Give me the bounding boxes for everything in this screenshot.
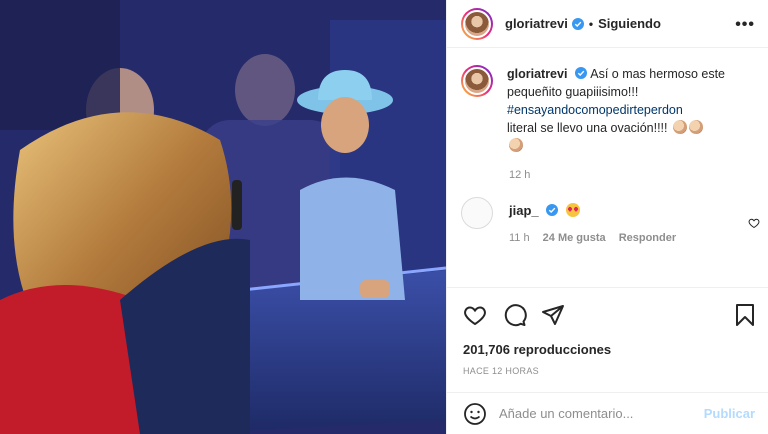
hashtag-link[interactable]: #ensayandocomopedirteperdon (507, 103, 683, 117)
post-header: gloriatrevi • Siguiendo ••• (447, 0, 768, 48)
caption-text: gloriatrevi Así o mas hermoso este peque… (507, 65, 755, 155)
comment-time[interactable]: 11 h (509, 232, 530, 244)
comment-likes[interactable]: 24 Me gusta (543, 232, 606, 244)
heart-eyes-emoji-icon (565, 203, 580, 217)
caption-username[interactable]: gloriatrevi (507, 67, 567, 81)
like-comment-icon[interactable] (748, 217, 760, 229)
more-options-icon[interactable]: ••• (735, 16, 755, 34)
verified-icon (546, 204, 559, 216)
clap-emoji-icon (509, 138, 523, 152)
post-panel: gloriatrevi • Siguiendo ••• gloriatrevi … (446, 0, 768, 434)
action-bar (447, 287, 768, 337)
post-media[interactable] (0, 0, 446, 434)
save-icon[interactable] (735, 303, 755, 327)
comment-input[interactable] (499, 406, 689, 421)
video-frame (0, 0, 446, 434)
verified-icon (575, 67, 588, 79)
author-username[interactable]: gloriatrevi (505, 16, 568, 31)
emoji-picker-icon[interactable] (463, 402, 487, 426)
commenter-avatar[interactable] (461, 197, 493, 229)
caption-timestamp[interactable]: 12 h (509, 169, 755, 181)
verified-icon (571, 17, 584, 30)
comment-meta: 11 h 24 Me gusta Responder (509, 232, 755, 244)
view-count[interactable]: 201,706 reproducciones (463, 342, 611, 357)
post-age[interactable]: HACE 12 HORAS (463, 366, 539, 376)
author-avatar[interactable] (461, 7, 493, 40)
separator-dot: • (588, 16, 594, 31)
publish-button[interactable]: Publicar (704, 406, 755, 421)
caption-tail: literal se llevo una ovación!!!! (507, 121, 668, 135)
reply-button[interactable]: Responder (619, 232, 676, 244)
clap-emoji-icon (689, 120, 703, 134)
clap-emoji-icon (673, 120, 687, 134)
comment-item: jiap_ 11 h 24 Me gusta Responder (461, 197, 755, 244)
commenter-username[interactable]: jiap_ (509, 203, 539, 218)
comment-composer: Publicar (447, 392, 768, 434)
caption: gloriatrevi Así o mas hermoso este peque… (461, 65, 755, 155)
share-icon[interactable] (541, 303, 565, 327)
caption-avatar[interactable] (461, 65, 493, 97)
like-icon[interactable] (463, 303, 487, 327)
comments-section: gloriatrevi Así o mas hermoso este peque… (447, 49, 768, 289)
comment-icon[interactable] (503, 303, 527, 327)
follow-button[interactable]: Siguiendo (598, 16, 661, 31)
